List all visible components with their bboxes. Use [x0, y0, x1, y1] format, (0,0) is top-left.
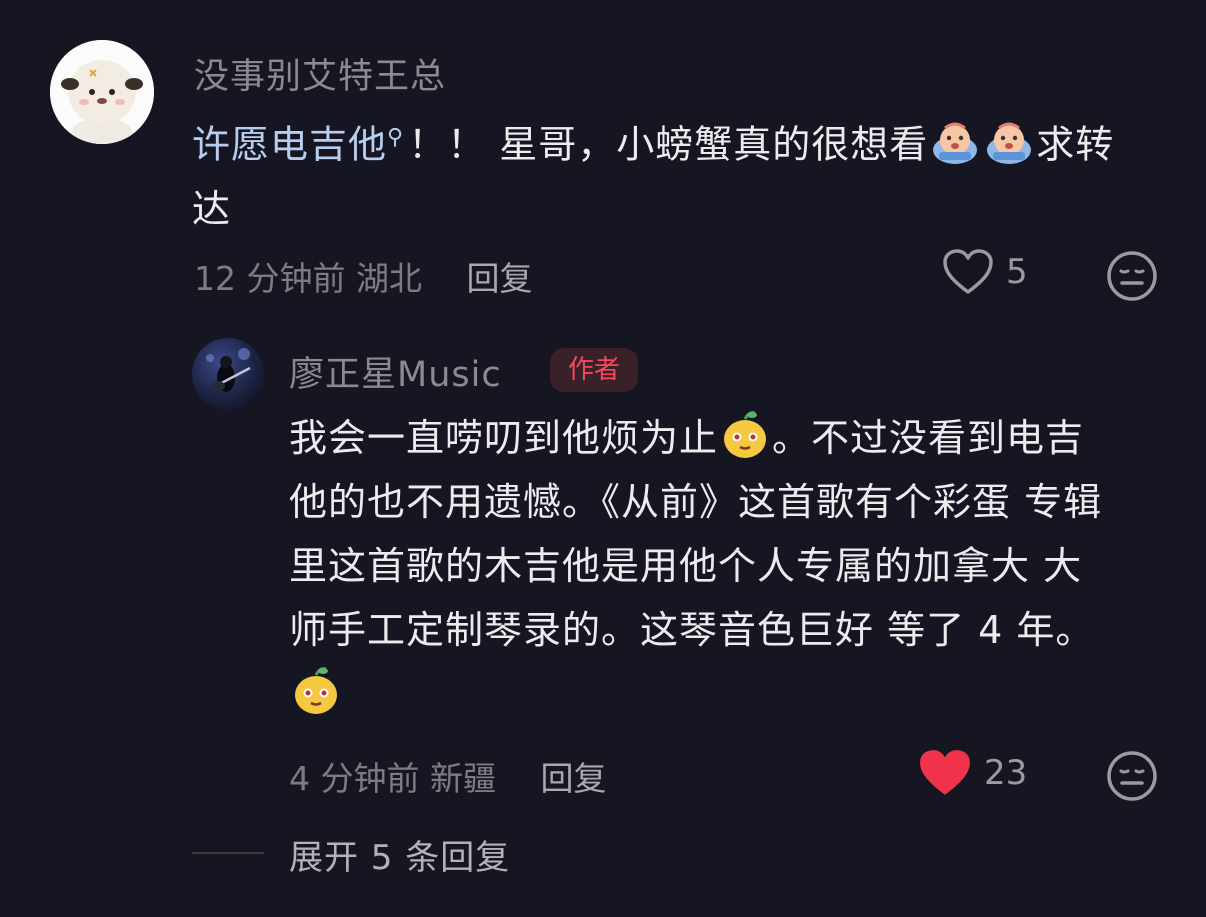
reply-text-part: 。不过没看到电吉 — [772, 416, 1085, 460]
smirk-face-emoji-icon — [719, 409, 771, 461]
reply-username[interactable]: 廖正星Music — [289, 346, 502, 397]
search-icon[interactable]: ⚲ — [387, 125, 404, 150]
reply-avatar[interactable] — [192, 338, 264, 410]
heart-filled-icon — [920, 750, 970, 795]
comment-meta: 12 分钟前 湖北 回复 — [194, 252, 532, 300]
comment-text-part: 达 — [192, 186, 232, 231]
comment-location: 湖北 — [355, 259, 422, 298]
reply-reply-button[interactable]: 回复 — [541, 759, 607, 798]
guitarist-avatar-icon — [206, 348, 251, 392]
expand-divider — [192, 852, 264, 854]
crying-face-emoji-icon — [983, 116, 1035, 168]
comment-like-button[interactable]: 5 — [942, 248, 1028, 296]
comment-like-count: 5 — [1006, 252, 1028, 292]
expand-replies-button[interactable]: 展开 5 条回复 — [289, 830, 510, 879]
comment-text-part: ！！ 星哥，小螃蟹真的很想看 — [408, 122, 929, 167]
reply-text-part: 我会一直唠叨到他烦为止 — [289, 416, 719, 460]
reply-body: 我会一直唠叨到他烦为止 。不过没看到电吉 他的也不用遗憾。《从前》这首歌有个彩蛋 … — [289, 406, 1189, 726]
reply-text-part: 里这首歌的木吉他是用他个人专属的加拿大 大 — [289, 544, 1083, 588]
comment-time: 12 分钟前 — [194, 259, 346, 298]
avatar[interactable] — [50, 40, 154, 144]
wish-link[interactable]: 许愿电吉他 — [192, 123, 387, 167]
crying-face-emoji-icon — [929, 116, 981, 168]
plush-sheep-avatar-icon — [50, 40, 154, 144]
reply-meta: 4 分钟前 新疆 回复 — [289, 752, 607, 800]
comment-reply-button[interactable]: 回复 — [466, 259, 532, 298]
heart-outline-icon — [943, 249, 993, 294]
reply-text-part: 他的也不用遗憾。《从前》这首歌有个彩蛋 专辑 — [289, 480, 1103, 524]
reply-like-count: 23 — [984, 753, 1028, 793]
comment-username[interactable]: 没事别艾特王总 — [194, 48, 446, 99]
smirk-face-emoji-icon — [290, 665, 342, 717]
author-badge: 作者 — [550, 348, 639, 392]
meh-face-icon[interactable] — [1106, 250, 1158, 302]
reply-text-part: 师手工定制琴录的。这琴音色巨好 等了 4 年。 — [289, 608, 1095, 652]
reply-like-button[interactable]: 23 — [918, 748, 1027, 798]
comment-text-part: 求转 — [1036, 122, 1115, 167]
reply-location: 新疆 — [430, 759, 496, 798]
meh-face-icon[interactable] — [1106, 750, 1158, 802]
comment-body: 许愿电吉他⚲！！ 星哥，小螃蟹真的很想看 求转 达 — [192, 106, 1172, 241]
reply-time: 4 分钟前 — [289, 759, 420, 798]
